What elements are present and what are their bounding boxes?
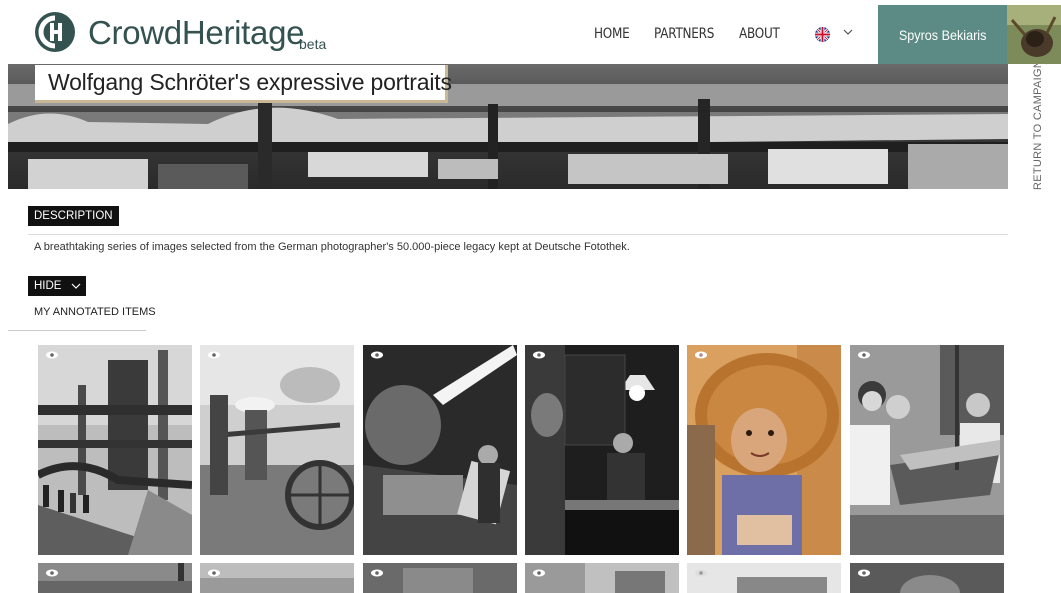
description-tag: DESCRIPTION [28, 206, 119, 226]
item-thumbnail[interactable] [850, 563, 1004, 593]
item-thumbnail[interactable] [200, 563, 354, 593]
user-menu-button[interactable]: Spyros Bekiaris [878, 5, 1007, 64]
hide-annotated-button[interactable]: HIDE [28, 276, 86, 296]
nav-about[interactable]: ABOUT [739, 26, 780, 42]
item-thumbnail[interactable] [363, 345, 517, 555]
logo-text[interactable]: CrowdHeritage [88, 14, 305, 52]
eye-icon [533, 569, 545, 577]
item-thumbnail[interactable] [687, 563, 841, 593]
uk-flag-icon[interactable] [815, 27, 830, 42]
item-thumbnail[interactable] [687, 345, 841, 555]
textile-factory-image [363, 345, 517, 555]
divider [28, 234, 1008, 235]
nav-partners[interactable]: PARTNERS [654, 26, 714, 42]
eye-icon [533, 351, 545, 359]
child-with-straw-hat-image [687, 345, 841, 555]
eye-icon [46, 351, 58, 359]
item-thumbnail[interactable] [363, 563, 517, 593]
divider [8, 330, 146, 331]
return-to-campaign-link[interactable]: RETURN TO CAMPAIGN > [1032, 50, 1044, 190]
eye-icon [695, 569, 707, 577]
campaign-title: Wolfgang Schröter's expressive portraits [35, 65, 452, 103]
thumbnail-image [687, 563, 841, 593]
top-header: CrowdHeritage beta HOME PARTNERS ABOUT S… [0, 0, 1061, 64]
item-thumbnail[interactable] [850, 345, 1004, 555]
eye-icon [371, 351, 383, 359]
eye-icon [695, 351, 707, 359]
logo-beta-label: beta [299, 36, 327, 52]
thumbnail-image [38, 563, 192, 593]
craftsman-at-desk-image [525, 345, 679, 555]
thumbnail-image [200, 563, 354, 593]
crowdheritage-logo-icon[interactable] [35, 12, 75, 52]
item-thumbnail[interactable] [525, 345, 679, 555]
item-thumbnail[interactable] [200, 345, 354, 555]
user-name: Spyros Bekiaris [898, 26, 987, 43]
eye-icon [858, 351, 870, 359]
eye-icon [208, 351, 220, 359]
eye-icon [371, 569, 383, 577]
annotated-items-label: MY ANNOTATED ITEMS [34, 306, 156, 318]
campaign-description: A breathtaking series of images selected… [34, 241, 630, 253]
avatar[interactable] [1007, 5, 1061, 64]
harvest-workers-image [200, 345, 354, 555]
eye-icon [46, 569, 58, 577]
boys-with-ship-model-image [850, 345, 1004, 555]
item-thumbnail[interactable] [38, 345, 192, 555]
industrial-pipes-image [38, 345, 192, 555]
thumbnail-image [363, 563, 517, 593]
thumbnail-image [850, 563, 1004, 593]
hide-label: HIDE [34, 280, 62, 292]
nav-home[interactable]: HOME [594, 26, 630, 42]
item-thumbnail[interactable] [38, 563, 192, 593]
thumbnail-image [525, 563, 679, 593]
chevron-down-icon [71, 283, 81, 289]
item-thumbnail[interactable] [525, 563, 679, 593]
eye-icon [208, 569, 220, 577]
eye-icon [858, 569, 870, 577]
chevron-down-icon[interactable] [843, 27, 853, 37]
